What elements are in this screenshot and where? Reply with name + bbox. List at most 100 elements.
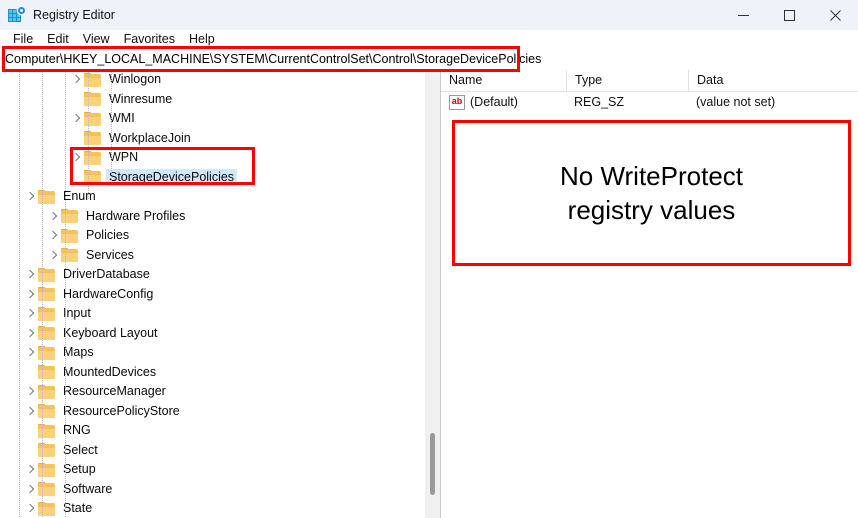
column-header-name[interactable]: Name bbox=[441, 70, 566, 91]
tree-item-label: WMI bbox=[109, 111, 135, 126]
address-bar[interactable]: Computer\HKEY_LOCAL_MACHINE\SYSTEM\Curre… bbox=[0, 48, 858, 71]
tree-item-label: Services bbox=[86, 247, 134, 262]
chevron-right-icon[interactable] bbox=[46, 207, 61, 226]
chevron-right-icon[interactable] bbox=[23, 460, 38, 479]
annotation-note-line1: No WriteProtect bbox=[559, 160, 743, 191]
folder-icon bbox=[84, 150, 101, 165]
tree-item-hardware-profiles[interactable]: Hardware Profiles bbox=[0, 207, 425, 227]
title-bar: Registry Editor bbox=[0, 0, 858, 30]
folder-icon bbox=[38, 462, 55, 477]
tree-item-state[interactable]: State bbox=[0, 499, 425, 518]
tree-item-wmi[interactable]: WMI bbox=[0, 109, 425, 129]
tree-item-label: Setup bbox=[63, 462, 96, 477]
window-controls bbox=[720, 0, 858, 30]
tree-item-enum[interactable]: Enum bbox=[0, 187, 425, 207]
chevron-right-icon[interactable] bbox=[23, 382, 38, 401]
folder-icon bbox=[38, 365, 55, 380]
chevron-right-icon[interactable] bbox=[23, 343, 38, 362]
string-value-icon-text: ab bbox=[451, 95, 463, 106]
folder-icon bbox=[61, 228, 78, 243]
tree-item-input[interactable]: Input bbox=[0, 304, 425, 324]
tree-item-label: RNG bbox=[63, 423, 91, 438]
tree-item-label: Policies bbox=[86, 228, 130, 243]
folder-icon bbox=[38, 306, 55, 321]
tree-leaf-spacer bbox=[23, 363, 38, 382]
tree-item-workplacejoin[interactable]: WorkplaceJoin bbox=[0, 129, 425, 149]
folder-icon bbox=[38, 423, 55, 438]
folder-icon bbox=[61, 209, 78, 224]
minimize-button[interactable] bbox=[720, 0, 766, 30]
tree-item-setup[interactable]: Setup bbox=[0, 460, 425, 480]
tree-item-select[interactable]: Select bbox=[0, 441, 425, 461]
tree-item-policies[interactable]: Policies bbox=[0, 226, 425, 246]
tree-item-label: Input bbox=[63, 306, 91, 321]
tree-item-label: Enum bbox=[63, 189, 96, 204]
tree-leaf-spacer bbox=[69, 168, 84, 187]
tree-item-label: ResourceManager bbox=[63, 384, 166, 399]
tree-leaf-spacer bbox=[69, 90, 84, 109]
tree-item-resourcepolicystore[interactable]: ResourcePolicyStore bbox=[0, 402, 425, 422]
tree-item-hardwareconfig[interactable]: HardwareConfig bbox=[0, 285, 425, 305]
tree-item-label: MountedDevices bbox=[63, 364, 157, 379]
folder-icon bbox=[84, 111, 101, 126]
tree-item-storagedevicepolicies[interactable]: StorageDevicePolicies bbox=[0, 168, 425, 188]
folder-icon bbox=[38, 482, 55, 497]
folder-icon bbox=[38, 443, 55, 458]
tree-item-rng[interactable]: RNG bbox=[0, 421, 425, 441]
chevron-right-icon[interactable] bbox=[23, 499, 38, 518]
chevron-right-icon[interactable] bbox=[23, 402, 38, 421]
chevron-right-icon[interactable] bbox=[23, 285, 38, 304]
folder-icon bbox=[84, 92, 101, 107]
chevron-right-icon[interactable] bbox=[69, 70, 84, 89]
tree-item-driverdatabase[interactable]: DriverDatabase bbox=[0, 265, 425, 285]
tree-leaf-spacer bbox=[69, 129, 84, 148]
tree-item-label: HardwareConfig bbox=[63, 286, 154, 301]
tree-item-services[interactable]: Services bbox=[0, 246, 425, 266]
folder-icon bbox=[84, 170, 101, 185]
values-cell-data: (value not set) bbox=[696, 95, 776, 109]
tree-item-software[interactable]: Software bbox=[0, 480, 425, 500]
chevron-right-icon[interactable] bbox=[46, 226, 61, 245]
tree-item-mounteddevices[interactable]: MountedDevices bbox=[0, 363, 425, 383]
menu-item-edit[interactable]: Edit bbox=[40, 30, 76, 48]
menu-item-favorites[interactable]: Favorites bbox=[117, 30, 182, 48]
annotation-note-text: No WriteProtect registry values bbox=[560, 159, 743, 228]
folder-icon bbox=[38, 189, 55, 204]
folder-icon bbox=[38, 267, 55, 282]
tree-item-keyboard-layout[interactable]: Keyboard Layout bbox=[0, 324, 425, 344]
tree-item-winlogon[interactable]: Winlogon bbox=[0, 70, 425, 90]
values-cell-name: ab (Default) bbox=[441, 94, 566, 110]
close-button[interactable] bbox=[812, 0, 858, 30]
chevron-right-icon[interactable] bbox=[46, 246, 61, 265]
menu-item-view[interactable]: View bbox=[76, 30, 117, 48]
tree-item-resourcemanager[interactable]: ResourceManager bbox=[0, 382, 425, 402]
tree-item-label: ResourcePolicyStore bbox=[63, 403, 180, 418]
tree-item-wpn[interactable]: WPN bbox=[0, 148, 425, 168]
chevron-right-icon[interactable] bbox=[23, 187, 38, 206]
menu-item-help[interactable]: Help bbox=[182, 30, 222, 48]
values-name-text: (Default) bbox=[470, 95, 518, 109]
tree-item-maps[interactable]: Maps bbox=[0, 343, 425, 363]
chevron-right-icon[interactable] bbox=[23, 480, 38, 499]
maximize-button[interactable] bbox=[766, 0, 812, 30]
values-cell-type: REG_SZ bbox=[574, 95, 625, 109]
tree-item-winresume[interactable]: Winresume bbox=[0, 90, 425, 110]
tree-scrollbar-thumb[interactable] bbox=[430, 433, 435, 495]
values-row[interactable]: ab (Default) REG_SZ (value not set) bbox=[441, 92, 858, 112]
chevron-right-icon[interactable] bbox=[23, 324, 38, 343]
column-header-data[interactable]: Data bbox=[688, 70, 856, 91]
folder-icon bbox=[38, 287, 55, 302]
folder-icon bbox=[84, 131, 101, 146]
chevron-right-icon[interactable] bbox=[23, 304, 38, 323]
chevron-right-icon[interactable] bbox=[69, 148, 84, 167]
registry-editor-icon bbox=[8, 7, 25, 23]
folder-icon bbox=[84, 72, 101, 87]
chevron-right-icon[interactable] bbox=[69, 109, 84, 128]
folder-icon bbox=[38, 404, 55, 419]
column-header-type[interactable]: Type bbox=[566, 70, 688, 91]
menu-item-file[interactable]: File bbox=[6, 30, 40, 48]
chevron-right-icon[interactable] bbox=[23, 265, 38, 284]
tree-leaf-spacer bbox=[23, 441, 38, 460]
registry-tree[interactable]: Winlogon Winresume WMI WorkplaceJoin WPN Stor… bbox=[0, 70, 425, 518]
folder-icon bbox=[38, 345, 55, 360]
